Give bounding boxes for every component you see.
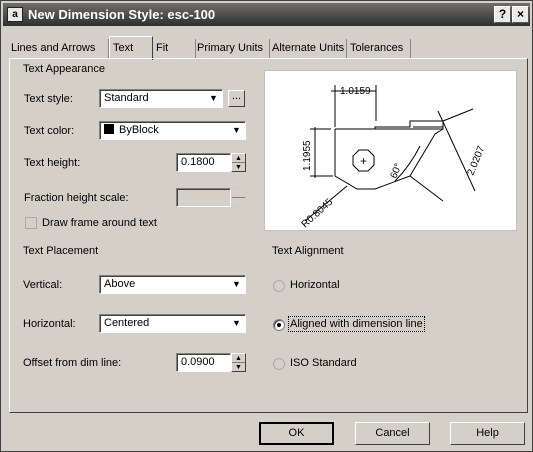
align-dimension-line-radio[interactable]	[273, 319, 285, 331]
text-height-label: Text height:	[24, 157, 81, 169]
center-mark-icon: +	[360, 154, 367, 168]
offset-input[interactable]: 0.0900	[176, 353, 231, 372]
chevron-down-icon: ▼	[232, 318, 241, 328]
preview-dim-top: 1.0159	[340, 86, 371, 97]
tab-alternate-units[interactable]: Alternate Units	[272, 39, 347, 59]
horizontal-value: Centered	[104, 317, 150, 329]
chevron-down-icon: ▼	[209, 93, 218, 103]
chevron-down-icon: ▼	[232, 279, 241, 289]
text-placement-heading: Text Placement	[23, 245, 99, 257]
text-appearance-heading: Text Appearance	[23, 63, 105, 75]
vertical-dropdown[interactable]: Above ▼	[99, 275, 246, 294]
text-color-label: Text color:	[24, 125, 75, 137]
vertical-value: Above	[104, 278, 136, 290]
window-title: New Dimension Style: esc-100	[28, 7, 216, 22]
fraction-height-input[interactable]	[176, 188, 231, 207]
fraction-height-spinner[interactable]	[231, 188, 246, 207]
preview-dim-angle: 60°	[389, 162, 405, 180]
horizontal-label: Horizontal:	[23, 318, 76, 330]
cancel-button[interactable]: Cancel	[355, 422, 430, 445]
autocad-icon[interactable]: a	[7, 7, 23, 22]
offset-label: Offset from dim line:	[23, 357, 122, 369]
preview-dim-radius: R0.8045	[300, 196, 336, 230]
tab-strip: Lines and Arrows Text Fit Primary Units …	[9, 36, 529, 60]
text-style-value: Standard	[104, 92, 149, 104]
text-style-dropdown[interactable]: Standard ▼	[99, 89, 223, 108]
chevron-down-icon: ▼	[232, 125, 241, 135]
tab-lines-and-arrows[interactable]: Lines and Arrows	[11, 39, 109, 59]
text-color-dropdown[interactable]: ByBlock ▼	[99, 121, 246, 140]
tab-tolerances[interactable]: Tolerances	[349, 39, 411, 59]
dialog-window: a New Dimension Style: esc-100 ? × Lines…	[0, 0, 533, 452]
ok-button[interactable]: OK	[259, 422, 334, 445]
align-iso-label[interactable]: ISO Standard	[290, 357, 357, 369]
align-horizontal-label[interactable]: Horizontal	[290, 279, 340, 291]
offset-spinner[interactable]: ▲ ▼	[231, 353, 246, 372]
preview-dim-left: 1.1955	[302, 140, 313, 171]
dimension-preview: 1.0159 1.1955 2.0207 60° R0.8045 +	[264, 70, 517, 231]
fraction-height-label: Fraction height scale:	[24, 192, 129, 204]
preview-dim-right: 2.0207	[466, 144, 488, 177]
text-color-value: ByBlock	[119, 124, 159, 136]
text-alignment-heading: Text Alignment	[272, 245, 344, 257]
tab-fit[interactable]: Fit	[154, 39, 196, 59]
preview-drawing: 1.0159 1.1955 2.0207 60° R0.8045 +	[300, 85, 488, 230]
tab-text[interactable]: Text	[109, 36, 153, 60]
draw-frame-checkbox[interactable]	[25, 217, 37, 229]
title-bar[interactable]: a New Dimension Style: esc-100 ? ×	[3, 3, 530, 26]
text-height-input[interactable]: 0.1800	[176, 153, 231, 172]
draw-frame-label: Draw frame around text	[42, 217, 157, 229]
text-style-browse-button[interactable]: ...	[228, 90, 245, 107]
text-height-spinner[interactable]: ▲ ▼	[231, 153, 246, 172]
align-horizontal-radio[interactable]	[273, 280, 285, 292]
horizontal-dropdown[interactable]: Centered ▼	[99, 314, 246, 333]
tab-primary-units[interactable]: Primary Units	[197, 39, 270, 59]
close-icon[interactable]: ×	[512, 6, 529, 23]
help-button[interactable]: Help	[450, 422, 525, 445]
text-style-label: Text style:	[24, 93, 73, 105]
vertical-label: Vertical:	[23, 279, 63, 291]
help-icon[interactable]: ?	[494, 6, 511, 23]
align-dimension-line-label[interactable]: Aligned with dimension line	[288, 316, 425, 332]
align-iso-radio[interactable]	[273, 358, 285, 370]
color-swatch	[104, 124, 114, 134]
